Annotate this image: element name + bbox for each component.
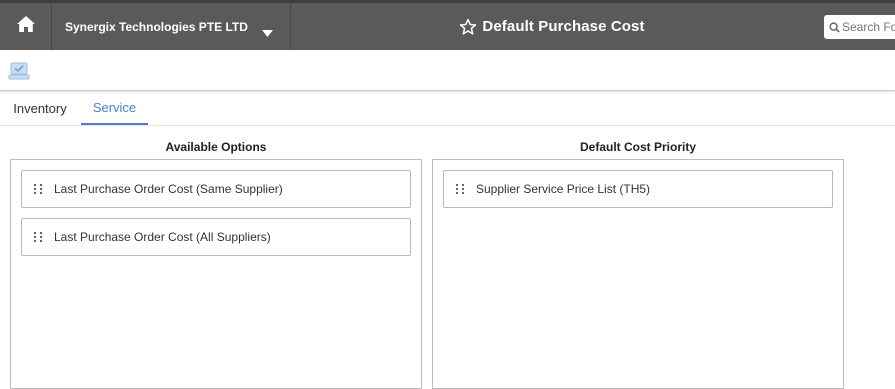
drag-handle-icon[interactable]	[444, 183, 476, 195]
list-item[interactable]: Last Purchase Order Cost (All Suppliers)	[21, 218, 411, 256]
default-cost-priority-panel[interactable]: Supplier Service Price List (TH5)	[432, 159, 844, 389]
tab-service[interactable]: Service	[81, 92, 148, 125]
option-label: Supplier Service Price List (TH5)	[476, 182, 651, 196]
home-icon	[16, 15, 36, 38]
top-bar: Synergix Technologies PTE LTD Default Pu…	[0, 0, 895, 50]
toolbar	[0, 50, 895, 91]
option-label: Last Purchase Order Cost (Same Supplier)	[54, 182, 283, 196]
home-button[interactable]	[0, 3, 52, 50]
company-name: Synergix Technologies PTE LTD	[65, 19, 248, 34]
save-button[interactable]	[8, 61, 30, 81]
drag-handle-icon[interactable]	[22, 231, 54, 243]
star-outline-icon[interactable]	[459, 18, 477, 36]
page-title: Default Purchase Cost	[482, 18, 645, 35]
company-selector[interactable]: Synergix Technologies PTE LTD	[53, 3, 291, 50]
available-options-panel[interactable]: Last Purchase Order Cost (Same Supplier)…	[10, 159, 422, 389]
list-item[interactable]: Last Purchase Order Cost (Same Supplier)	[21, 170, 411, 208]
drag-handle-icon[interactable]	[22, 183, 54, 195]
tab-bar: Inventory Service	[0, 92, 895, 126]
search-box[interactable]	[824, 15, 895, 39]
option-label: Last Purchase Order Cost (All Suppliers)	[54, 230, 271, 244]
tab-inventory[interactable]: Inventory	[0, 92, 80, 125]
caret-down-icon	[262, 24, 273, 42]
search-icon	[829, 21, 840, 33]
page-title-area: Default Purchase Cost	[292, 3, 812, 50]
list-item[interactable]: Supplier Service Price List (TH5)	[443, 170, 833, 208]
search-input[interactable]	[840, 20, 895, 34]
available-options-title: Available Options	[165, 140, 267, 154]
save-icon	[8, 62, 30, 85]
default-cost-priority-title: Default Cost Priority	[579, 140, 696, 154]
